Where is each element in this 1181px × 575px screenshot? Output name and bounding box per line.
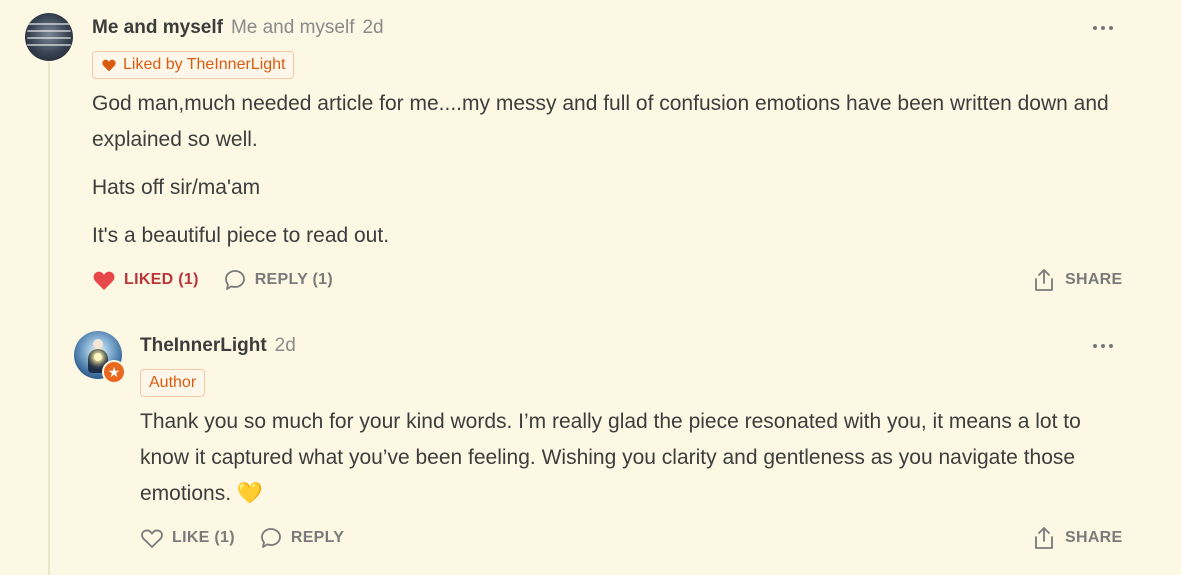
share-button[interactable]: SHARE xyxy=(1033,526,1123,550)
share-label: SHARE xyxy=(1065,529,1123,546)
more-horizontal-icon xyxy=(1101,344,1105,348)
like-button[interactable]: LIKE (1) xyxy=(140,527,235,549)
comment-more-button[interactable] xyxy=(1091,18,1115,38)
like-count-label: LIKE (1) xyxy=(172,529,235,546)
avatar-decoration xyxy=(27,44,71,46)
reply-more-button[interactable] xyxy=(1091,336,1115,356)
liked-button[interactable]: LIKED (1) xyxy=(92,269,199,291)
reply-button[interactable]: REPLY xyxy=(259,526,344,550)
more-horizontal-icon xyxy=(1093,344,1097,348)
share-label: SHARE xyxy=(1065,271,1123,288)
more-horizontal-icon xyxy=(1109,344,1113,348)
reply-button[interactable]: REPLY (1) xyxy=(223,268,333,292)
thread-line xyxy=(48,62,50,575)
more-horizontal-icon xyxy=(1109,26,1113,30)
reply-label: REPLY xyxy=(290,529,345,546)
reply-body: Thank you so much for your kind words. I… xyxy=(140,404,1115,512)
comment-author-handle[interactable]: Me and myself xyxy=(231,17,355,39)
comment-paragraph: Hats off sir/ma'am xyxy=(92,176,261,199)
reply-text: Thank you so much for your kind words. I… xyxy=(140,410,1081,505)
liked-by-label: Liked by TheInnerLight xyxy=(123,56,286,73)
comment-bubble-icon xyxy=(224,270,245,290)
liked-by-badge: Liked by TheInnerLight xyxy=(92,51,295,79)
avatar-decoration xyxy=(27,37,71,39)
reply-header: TheInnerLight 2d xyxy=(140,335,296,357)
author-badge: Author xyxy=(140,369,206,397)
avatar[interactable] xyxy=(25,13,73,61)
star-badge-icon: ★ xyxy=(102,360,126,384)
comment-header: Me and myself Me and myself 2d xyxy=(92,17,384,39)
avatar-decoration xyxy=(27,23,71,25)
more-horizontal-icon xyxy=(1101,26,1105,30)
reply-count-label: REPLY (1) xyxy=(254,271,333,288)
share-button[interactable]: SHARE xyxy=(1033,268,1123,292)
more-horizontal-icon xyxy=(1093,26,1097,30)
comment-paragraph: God man,much needed article for me....my… xyxy=(92,92,1109,151)
comment-bubble-icon xyxy=(260,528,281,548)
avatar-decoration xyxy=(27,30,71,32)
share-upload-icon xyxy=(1035,527,1053,549)
reply-author-name[interactable]: TheInnerLight xyxy=(140,335,267,357)
reply-actions: LIKE (1) REPLY xyxy=(140,526,344,550)
avatar-decoration xyxy=(94,353,102,361)
like-count-label: LIKED (1) xyxy=(124,271,199,288)
comment-timestamp[interactable]: 2d xyxy=(362,17,383,39)
comment-actions: LIKED (1) REPLY (1) xyxy=(92,268,333,292)
heart-outline-icon xyxy=(141,529,163,548)
share-upload-icon xyxy=(1035,269,1053,291)
comment-paragraph: It's a beautiful piece to read out. xyxy=(92,224,390,247)
heart-icon xyxy=(102,59,116,72)
author-badge-label: Author xyxy=(149,374,197,391)
heart-icon xyxy=(93,271,115,290)
reply-timestamp[interactable]: 2d xyxy=(275,335,296,357)
comment-body: God man,much needed article for me....my… xyxy=(92,86,1112,254)
avatar-decoration xyxy=(93,339,103,349)
comment-author-name[interactable]: Me and myself xyxy=(92,17,223,39)
